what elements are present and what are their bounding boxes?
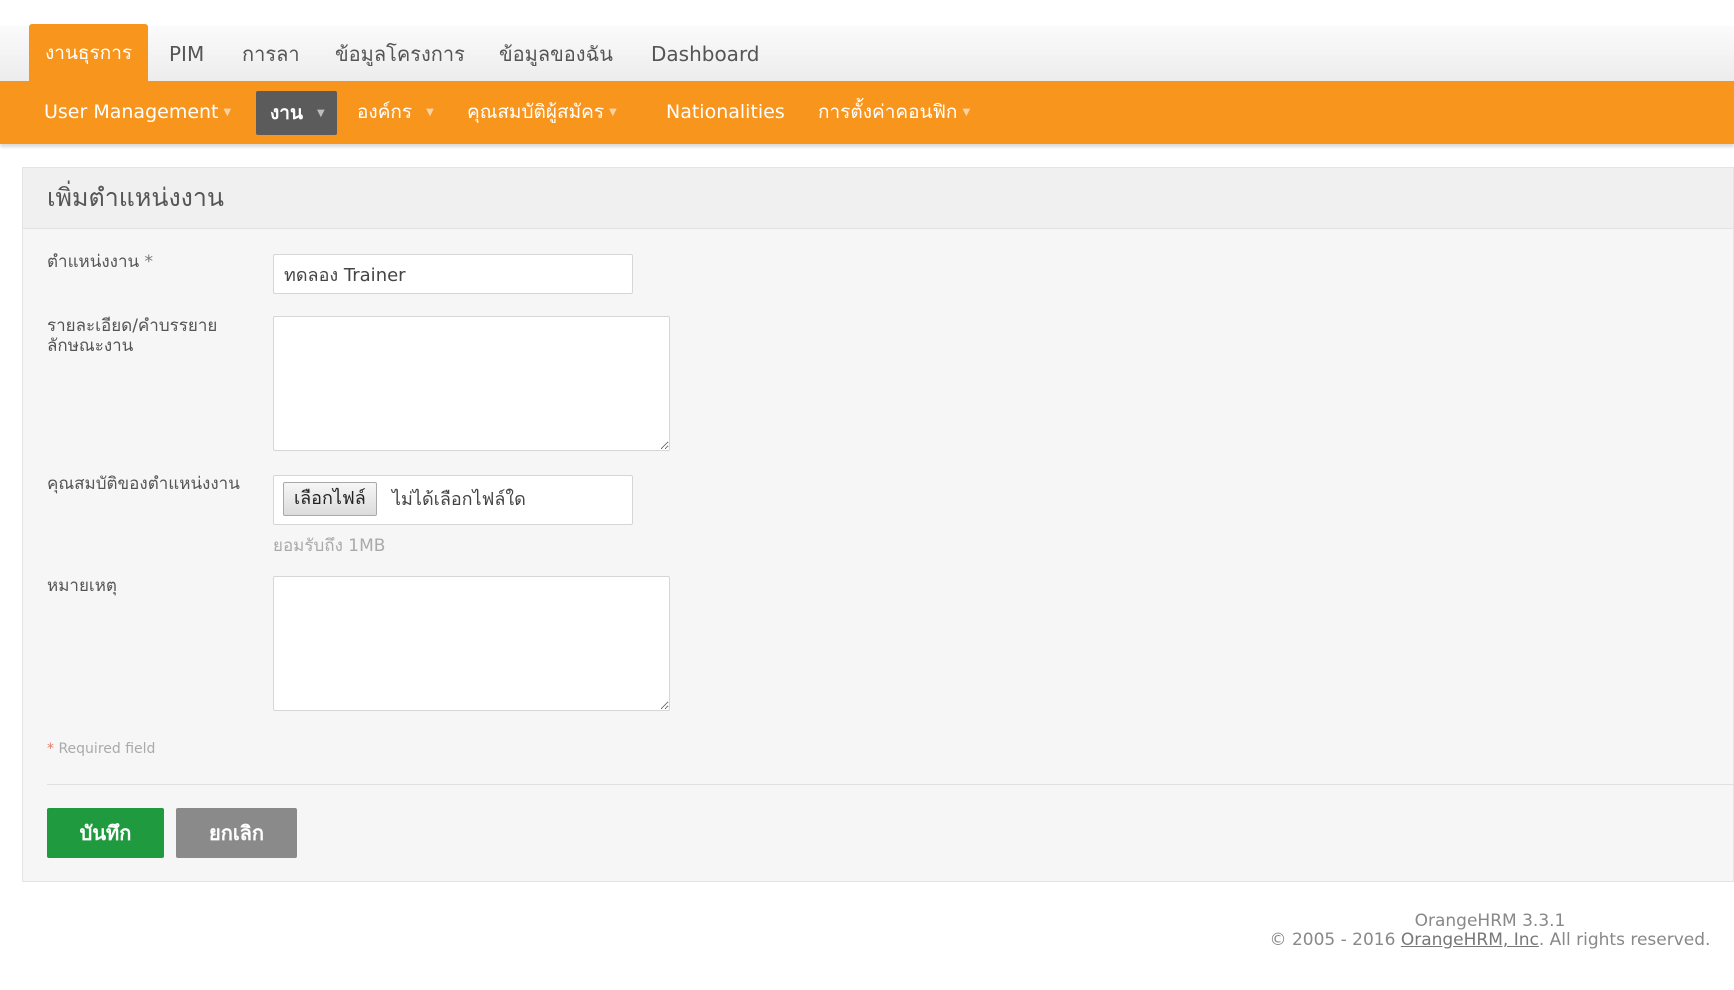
- menu-job[interactable]: งาน ▼: [256, 91, 337, 135]
- tab-project-info[interactable]: ข้อมูลโครงการ: [335, 26, 465, 82]
- job-description-label-line1: รายละเอียด/คำบรรยาย: [47, 316, 218, 336]
- chevron-down-icon: ▼: [316, 107, 325, 119]
- sub-nav: User Management ▼ งาน ▼ องค์กร ▼ คุณสมบัติผ…: [0, 81, 1734, 144]
- required-star: *: [144, 252, 154, 272]
- chevron-down-icon: ▼: [962, 107, 971, 118]
- menu-configuration[interactable]: การตั้งค่าคอนฟิก ▼: [818, 81, 970, 144]
- required-note-star: *: [47, 741, 54, 757]
- top-nav: งานธุรการ PIM การลา ข้อมูลโครงการ ข้อมูล…: [0, 24, 1734, 83]
- chevron-down-icon: ▼: [609, 107, 617, 118]
- chevron-down-icon: ▼: [426, 107, 434, 118]
- footer-rights: . All rights reserved.: [1538, 930, 1711, 950]
- job-description-label-line2: ลักษณะงาน: [47, 336, 134, 356]
- add-job-title-panel: เพิ่มตำแหน่งงาน ตำแหน่งงาน * รายละเอียด/…: [22, 167, 1734, 882]
- job-title-label: ตำแหน่งงาน *: [47, 252, 153, 272]
- page-title: เพิ่มตำแหน่งงาน: [23, 168, 1733, 229]
- form-divider: [47, 784, 1733, 785]
- tab-pim[interactable]: PIM: [169, 26, 204, 82]
- tab-admin[interactable]: งานธุรการ: [29, 24, 149, 82]
- footer-version: OrangeHRM 3.3.1: [1414, 911, 1566, 931]
- file-size-hint: ยอมรับถึง 1MB: [273, 536, 386, 556]
- note-label: หมายเหตุ: [47, 576, 117, 596]
- tab-my-info[interactable]: ข้อมูลของฉัน: [499, 26, 613, 82]
- footer-copyright: © 2005 - 2016 OrangeHRM, Inc. All rights…: [1100, 930, 1734, 950]
- menu-nationalities[interactable]: Nationalities: [666, 81, 785, 144]
- job-specification-label: คุณสมบัติของตำแหน่งงาน: [47, 474, 240, 494]
- cancel-button[interactable]: ยกเลิก: [176, 808, 297, 858]
- job-description-textarea[interactable]: [273, 316, 670, 451]
- job-title-label-text: ตำแหน่งงาน: [47, 252, 140, 272]
- required-field-note: * Required field: [47, 741, 155, 757]
- menu-qualifications[interactable]: คุณสมบัติผู้สมัคร ▼: [467, 81, 617, 144]
- menu-job-label: งาน: [270, 102, 303, 124]
- tab-leave[interactable]: การลา: [242, 26, 300, 82]
- job-description-label: รายละเอียด/คำบรรยาย ลักษณะงาน: [47, 316, 217, 356]
- no-file-chosen-text: ไม่ได้เลือกไฟล์ใด: [392, 489, 526, 510]
- footer-copyright-prefix: © 2005 - 2016: [1269, 930, 1396, 950]
- menu-organization-label: องค์กร: [357, 101, 413, 123]
- menu-nationalities-label: Nationalities: [666, 101, 785, 123]
- save-button[interactable]: บันทึก: [47, 808, 164, 858]
- job-specification-file-input[interactable]: เลือกไฟล์ ไม่ได้เลือกไฟล์ใด: [273, 475, 633, 525]
- menu-organization[interactable]: องค์กร ▼: [357, 81, 434, 144]
- job-title-input[interactable]: [273, 254, 633, 294]
- menu-user-management[interactable]: User Management ▼: [44, 81, 231, 144]
- required-note-text: Required field: [58, 741, 156, 757]
- note-textarea[interactable]: [273, 576, 670, 711]
- menu-qualifications-label: คุณสมบัติผู้สมัคร: [467, 101, 605, 123]
- chevron-down-icon: ▼: [223, 107, 232, 118]
- menu-configuration-label: การตั้งค่าคอนฟิก: [818, 101, 958, 123]
- footer-company-link[interactable]: OrangeHRM, Inc: [1401, 930, 1539, 950]
- tab-dashboard[interactable]: Dashboard: [651, 26, 760, 82]
- menu-user-management-label: User Management: [44, 101, 219, 123]
- choose-file-button[interactable]: เลือกไฟล์: [283, 482, 377, 516]
